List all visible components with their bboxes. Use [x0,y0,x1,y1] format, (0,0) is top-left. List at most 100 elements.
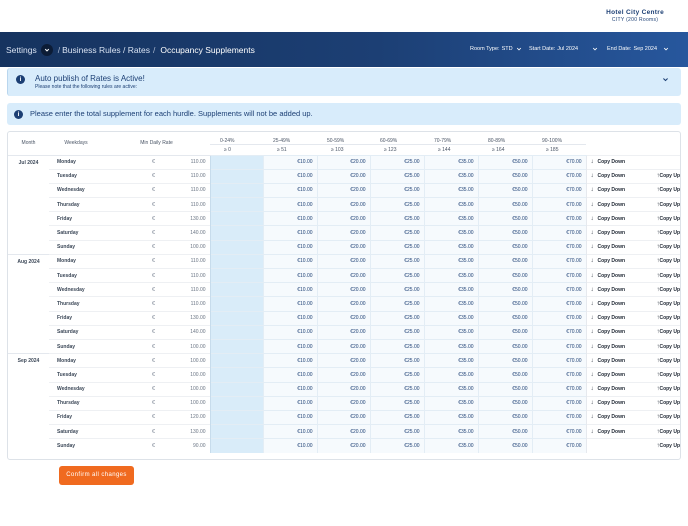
copy-up-button[interactable]: ↑Copy Up [633,310,680,326]
supplement-input[interactable]: €10.00 [262,182,318,198]
copy-down-button[interactable]: ↓ Copy Down [585,168,634,184]
supplement-input[interactable]: €70.00 [531,381,587,397]
copy-up-button[interactable]: ↑Copy Up [633,424,680,439]
supplement-input[interactable]: €70.00 [531,282,587,297]
copy-down-button[interactable]: ↓ Copy Down [585,424,634,439]
supplement-input[interactable] [209,310,264,326]
supplement-input[interactable]: €50.00 [477,424,533,439]
supplement-input[interactable]: €35.00 [423,409,479,425]
supplement-input[interactable]: €70.00 [531,353,587,368]
copy-down-button[interactable]: ↓ Copy Down [585,395,634,411]
supplement-input[interactable]: €25.00 [369,438,425,453]
supplement-input[interactable]: €70.00 [531,424,587,439]
copy-up-button[interactable]: ↑Copy Up [633,395,680,411]
supplement-input[interactable] [209,296,264,312]
supplement-input[interactable]: €35.00 [423,381,479,397]
supplement-input[interactable]: €10.00 [262,267,318,283]
supplement-input[interactable]: €50.00 [477,211,533,226]
supplement-input[interactable]: €35.00 [423,353,479,368]
min-daily-rate-input[interactable]: 100.00 [157,353,211,368]
supplement-input[interactable]: €10.00 [262,395,318,411]
supplement-input[interactable]: €25.00 [369,239,425,255]
supplement-input[interactable]: €10.00 [262,197,318,212]
supplement-input[interactable]: €35.00 [423,225,479,241]
supplement-input[interactable]: €20.00 [316,267,371,283]
copy-down-button[interactable]: ↓ Copy Down [585,310,634,326]
supplement-input[interactable]: €20.00 [316,424,371,439]
supplement-input[interactable]: €20.00 [316,381,371,397]
supplement-input[interactable]: €50.00 [477,253,533,269]
supplement-input[interactable]: €25.00 [369,424,425,439]
supplement-input[interactable]: €20.00 [316,197,371,212]
supplement-input[interactable]: €50.00 [477,409,533,425]
supplement-input[interactable]: €20.00 [316,338,371,354]
copy-up-button[interactable]: ↑Copy Up [633,438,680,453]
supplement-input[interactable]: €50.00 [477,324,533,340]
supplement-input[interactable]: €50.00 [477,267,533,283]
supplement-input[interactable]: €25.00 [369,182,425,198]
min-daily-rate-input[interactable]: 130.00 [157,424,211,439]
confirm-all-changes-button[interactable]: Confirm all changes [59,466,134,485]
supplement-input[interactable]: €70.00 [531,296,587,312]
supplement-input[interactable]: €25.00 [369,253,425,269]
supplement-input[interactable]: €25.00 [369,168,425,184]
min-daily-rate-input[interactable]: 110.00 [157,197,211,212]
min-daily-rate-input[interactable]: 100.00 [157,239,211,255]
supplement-input[interactable] [209,211,264,226]
copy-down-button[interactable]: ↓ Copy Down [585,296,634,312]
supplement-input[interactable]: €20.00 [316,409,371,425]
supplement-input[interactable]: €10.00 [262,239,318,255]
copy-down-button[interactable]: ↓ Copy Down [585,381,634,397]
supplement-input[interactable]: €20.00 [316,395,371,411]
copy-up-button[interactable]: ↑Copy Up [633,367,680,382]
supplement-input[interactable]: €10.00 [262,367,318,382]
supplement-input[interactable]: €20.00 [316,353,371,368]
copy-down-button[interactable]: ↓ Copy Down [585,253,634,269]
supplement-input[interactable] [209,353,264,368]
supplement-input[interactable]: €20.00 [316,310,371,326]
supplement-input[interactable]: €50.00 [477,296,533,312]
supplement-input[interactable]: €25.00 [369,267,425,283]
supplement-input[interactable] [209,438,264,453]
supplement-input[interactable]: €35.00 [423,282,479,297]
copy-up-button[interactable]: ↑Copy Up [633,225,680,241]
supplement-input[interactable]: €50.00 [477,310,533,326]
supplement-input[interactable]: €70.00 [531,324,587,340]
supplement-input[interactable]: €70.00 [531,338,587,354]
supplement-input[interactable] [209,367,264,382]
supplement-input[interactable]: €50.00 [477,154,533,170]
supplement-input[interactable]: €25.00 [369,324,425,340]
copy-down-button[interactable]: ↓ Copy Down [585,353,634,368]
min-daily-rate-input[interactable]: 100.00 [157,381,211,397]
supplement-input[interactable] [209,239,264,255]
copy-up-button[interactable]: ↑Copy Up [633,381,680,397]
supplement-input[interactable]: €10.00 [262,211,318,226]
supplement-input[interactable]: €20.00 [316,282,371,297]
supplement-input[interactable]: €25.00 [369,154,425,170]
supplement-input[interactable] [209,197,264,212]
copy-up-button[interactable]: ↑Copy Up [633,409,680,425]
supplement-input[interactable]: €50.00 [477,367,533,382]
supplement-input[interactable]: €50.00 [477,168,533,184]
copy-down-button[interactable]: ↓ Copy Down [585,197,634,212]
supplement-input[interactable]: €35.00 [423,197,479,212]
supplement-input[interactable]: €25.00 [369,353,425,368]
supplement-input[interactable]: €70.00 [531,395,587,411]
supplement-input[interactable]: €70.00 [531,310,587,326]
supplement-input[interactable]: €25.00 [369,367,425,382]
supplement-input[interactable]: €25.00 [369,338,425,354]
supplement-input[interactable]: €70.00 [531,182,587,198]
copy-up-button[interactable]: ↑Copy Up [633,182,680,198]
min-daily-rate-input[interactable]: 110.00 [157,296,211,312]
supplement-input[interactable]: €20.00 [316,296,371,312]
supplement-input[interactable]: €35.00 [423,182,479,198]
min-daily-rate-input[interactable]: 140.00 [157,324,211,340]
copy-down-button[interactable]: ↓ Copy Down [585,409,634,425]
supplement-input[interactable]: €10.00 [262,154,318,170]
copy-down-button[interactable]: ↓ Copy Down [585,154,634,170]
chevron-down-icon[interactable] [662,76,669,83]
supplement-input[interactable]: €20.00 [316,168,371,184]
supplement-input[interactable]: €70.00 [531,168,587,184]
supplement-input[interactable] [209,409,264,425]
supplement-input[interactable] [209,324,264,340]
